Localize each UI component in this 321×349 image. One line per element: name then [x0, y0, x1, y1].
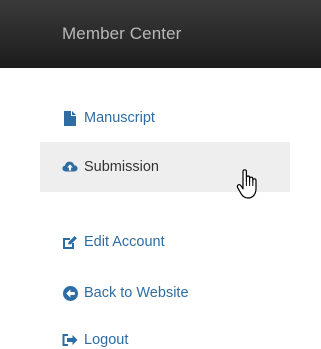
menu-item-back-to-website[interactable]: Back to Website: [62, 284, 189, 302]
menu-item-manuscript[interactable]: Manuscript: [62, 109, 155, 127]
member-center-page: Member Center Manuscript Submission Edit…: [0, 0, 321, 349]
menu-item-logout[interactable]: Logout: [62, 331, 128, 349]
menu-item-submission-label: Submission: [84, 159, 159, 175]
menu-item-logout-label: Logout: [84, 332, 129, 348]
sign-out-icon: [62, 332, 78, 348]
menu-item-edit-account[interactable]: Edit Account: [62, 233, 165, 251]
edit-icon: [62, 234, 78, 250]
file-icon: [62, 110, 78, 126]
menu-item-manuscript-label: Manuscript: [84, 110, 155, 126]
menu-item-back-to-website-label: Back to Website: [84, 285, 189, 301]
menu-item-edit-account-label: Edit Account: [84, 234, 165, 250]
menu-item-submission[interactable]: Submission: [40, 142, 290, 192]
cloud-upload-icon: [62, 159, 78, 175]
header-bar: Member Center: [0, 0, 321, 68]
arrow-circle-left-icon: [62, 285, 78, 301]
header-title: Member Center: [62, 24, 182, 43]
